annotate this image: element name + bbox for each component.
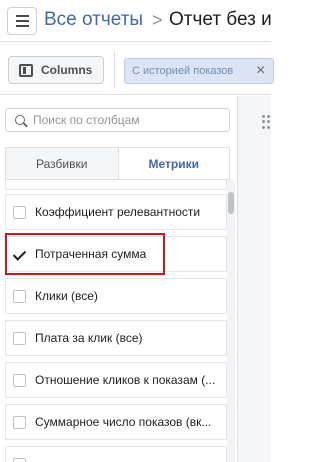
toolbar-divider: [114, 51, 115, 89]
metrics-list: Коэффициент релевантности Потраченная су…: [5, 180, 227, 462]
breadcrumb-all-reports-link[interactable]: Все отчеты: [44, 8, 143, 32]
panel-tabs: Разбивки Метрики: [5, 147, 230, 180]
checkbox[interactable]: [13, 415, 26, 429]
columns-panel: Поиск по столбцам Разбивки Метрики Коэфф…: [0, 96, 236, 462]
close-icon[interactable]: ×: [256, 61, 265, 81]
toolbar: Columns С историей показов ×: [0, 43, 274, 95]
list-item-label: Суммарное число показов (вк...: [35, 415, 212, 429]
breadcrumb-separator: >: [152, 10, 163, 30]
top-header: Все отчеты > Отчет без и: [0, 0, 272, 42]
tab-metrics[interactable]: Метрики: [117, 148, 229, 179]
search-icon: [15, 115, 25, 125]
columns-icon: [19, 63, 33, 77]
list-item-label: Коэффициент релевантности: [35, 205, 201, 219]
list-item[interactable]: [5, 180, 227, 190]
checkbox[interactable]: [13, 457, 26, 462]
search-placeholder: Поиск по столбцам: [33, 113, 140, 127]
list-item-label: Потраченная сумма: [35, 247, 147, 261]
list-item[interactable]: Клики (все): [5, 278, 227, 314]
list-scrollbar[interactable]: [227, 180, 235, 462]
column-search-input[interactable]: Поиск по столбцам: [5, 108, 230, 132]
checkbox[interactable]: [13, 205, 26, 219]
checkbox[interactable]: [13, 373, 26, 387]
checkmark-icon[interactable]: [13, 248, 26, 261]
tab-breakdowns[interactable]: Разбивки: [6, 148, 118, 179]
scrollbar-thumb[interactable]: [228, 192, 234, 214]
list-item[interactable]: Отношение кликов к показам (...: [5, 362, 227, 398]
list-item[interactable]: Коэффициент релевантности: [5, 194, 227, 230]
list-item-label: Отношение кликов к показам (...: [35, 373, 216, 387]
filter-chip-label: С историей показов: [132, 65, 234, 77]
list-item[interactable]: Суммарное число показов (вк...: [5, 404, 227, 440]
checkbox[interactable]: [13, 289, 26, 303]
columns-button[interactable]: Columns: [8, 56, 104, 84]
right-panel-edge: [237, 96, 271, 462]
report-title: Отчет без и: [169, 9, 272, 30]
list-item[interactable]: Плата за клик (все): [5, 320, 227, 356]
list-item-label: Клики (все): [35, 289, 98, 303]
hamburger-menu-icon[interactable]: [7, 7, 37, 35]
list-item-label: Плата за клик (все): [35, 331, 143, 345]
columns-button-label: Columns: [41, 63, 93, 77]
checkbox[interactable]: [13, 331, 26, 345]
list-item[interactable]: Потраченная сумма: [5, 236, 227, 272]
filter-chip[interactable]: С историей показов ×: [124, 58, 274, 84]
drag-handle-icon[interactable]: [262, 115, 272, 129]
list-item[interactable]: [5, 446, 227, 462]
